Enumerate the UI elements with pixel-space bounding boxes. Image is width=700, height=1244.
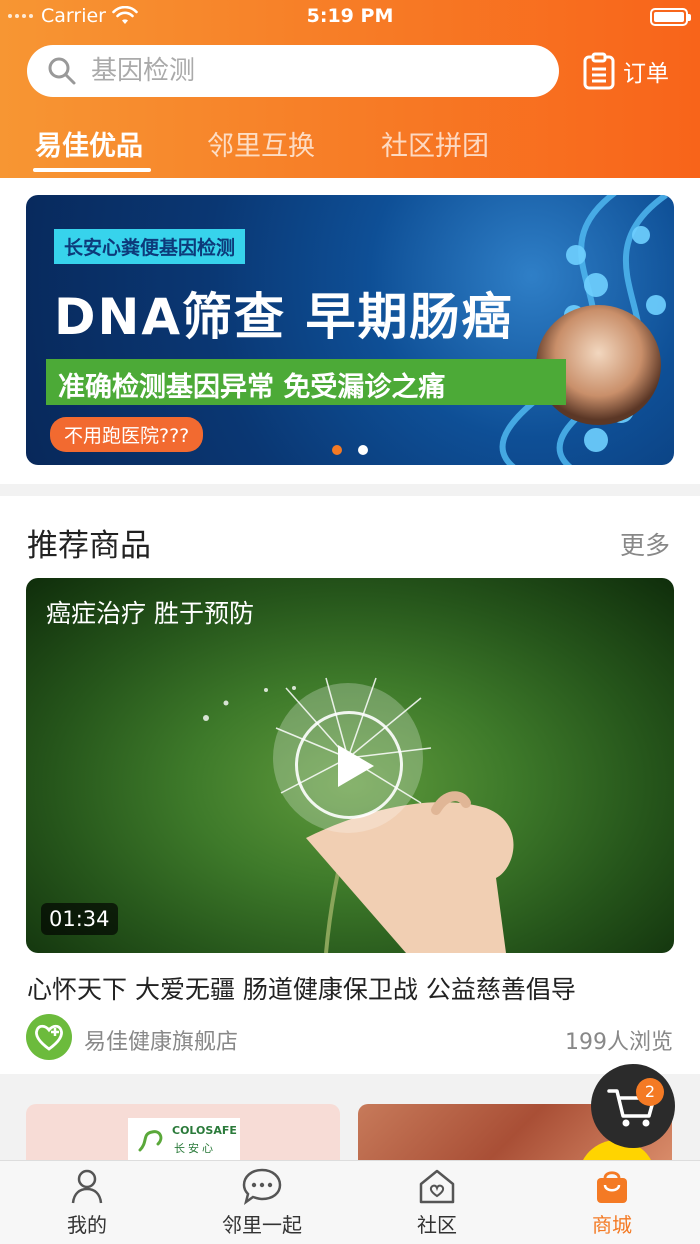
product-title[interactable]: 心怀天下 大爱无疆 肠道健康保卫战 公益慈善倡导 bbox=[27, 970, 576, 1006]
more-link[interactable]: 更多 bbox=[620, 526, 670, 562]
tab-shequ-pintuan[interactable]: 社区拼团 bbox=[381, 124, 489, 163]
floating-cart-button[interactable] bbox=[591, 1064, 675, 1148]
carousel-dot[interactable] bbox=[358, 445, 368, 455]
product-card[interactable]: COLOSAFE 长安心 bbox=[26, 1104, 340, 1164]
status-time: 5:19 PM bbox=[306, 5, 394, 27]
nav-label: 我的 bbox=[67, 1213, 107, 1237]
recommended-section: 推荐商品 更多 癌症治疗 胜于预防 01:34 心怀天下 大爱无疆 肠道健康保卫… bbox=[0, 496, 700, 1074]
search-input[interactable] bbox=[91, 56, 511, 86]
order-button[interactable]: 订单 bbox=[583, 52, 669, 90]
home-heart-icon bbox=[419, 1169, 455, 1204]
video-duration: 01:34 bbox=[41, 903, 118, 935]
tab-yijia-youpin[interactable]: 易佳优品 bbox=[35, 124, 143, 163]
status-bar: Carrier 5:19 PM bbox=[0, 0, 700, 34]
banner-title: DNA筛查 早期肠癌 bbox=[54, 288, 514, 346]
carousel-dot-active[interactable] bbox=[332, 445, 342, 455]
banner-carousel[interactable]: 长安心粪便基因检测 DNA筛查 早期肠癌 准确检测基因异常 免受漏诊之痛 不用跑… bbox=[26, 195, 674, 465]
store-name[interactable]: 易佳健康旗舰店 bbox=[84, 1024, 238, 1056]
shopping-bag-icon bbox=[597, 1171, 627, 1203]
colosafe-logo-icon bbox=[138, 1130, 163, 1152]
banner-section: 长安心粪便基因检测 DNA筛查 早期肠癌 准确检测基因异常 免受漏诊之痛 不用跑… bbox=[0, 178, 700, 484]
colosafe-logo: COLOSAFE 长安心 bbox=[128, 1118, 240, 1164]
top-tabs: 易佳优品 邻里互换 社区拼团 bbox=[0, 124, 700, 178]
person-icon bbox=[71, 1169, 103, 1204]
banner-pill: 不用跑医院??? bbox=[50, 417, 204, 452]
battery-icon bbox=[650, 8, 691, 26]
video-caption: 癌症治疗 胜于预防 bbox=[46, 599, 254, 628]
nav-item-community[interactable]: 社区 bbox=[377, 1167, 497, 1238]
banner-tag: 长安心粪便基因检测 bbox=[54, 229, 246, 264]
cart-icon bbox=[607, 1089, 656, 1127]
header: Carrier 5:19 PM 订单 易佳优品 邻里互换 社区拼团 bbox=[0, 0, 700, 178]
banner-subtitle: 准确检测基因异常 免受漏诊之痛 bbox=[46, 359, 566, 405]
colosafe-logo-sub: 长安心 bbox=[174, 1142, 216, 1155]
nav-label: 商城 bbox=[592, 1213, 632, 1237]
order-label: 订单 bbox=[623, 61, 669, 87]
search-icon bbox=[48, 57, 76, 85]
search-bar[interactable] bbox=[27, 45, 559, 97]
store-logo-icon bbox=[26, 1014, 72, 1060]
nav-item-mine[interactable]: 我的 bbox=[27, 1167, 147, 1238]
nav-item-mall[interactable]: 商城 bbox=[552, 1167, 672, 1238]
chat-icon bbox=[242, 1168, 282, 1205]
tab-linli-huhuan[interactable]: 邻里互换 bbox=[207, 124, 315, 163]
cart-badge: 2 bbox=[636, 1078, 664, 1106]
clipboard-icon bbox=[583, 52, 615, 90]
video-player[interactable]: 癌症治疗 胜于预防 01:34 bbox=[26, 578, 674, 953]
colosafe-logo-text: COLOSAFE bbox=[172, 1124, 237, 1137]
nav-label: 社区 bbox=[417, 1213, 457, 1237]
tab-active-underline bbox=[33, 168, 151, 172]
nav-item-neighbors[interactable]: 邻里一起 bbox=[202, 1167, 322, 1238]
section-title: 推荐商品 bbox=[27, 528, 151, 564]
play-icon bbox=[338, 745, 374, 787]
bottom-nav: 我的 邻里一起 社区 商城 bbox=[0, 1160, 700, 1244]
nav-label: 邻里一起 bbox=[222, 1213, 302, 1237]
view-count: 199人浏览 bbox=[565, 1030, 673, 1055]
